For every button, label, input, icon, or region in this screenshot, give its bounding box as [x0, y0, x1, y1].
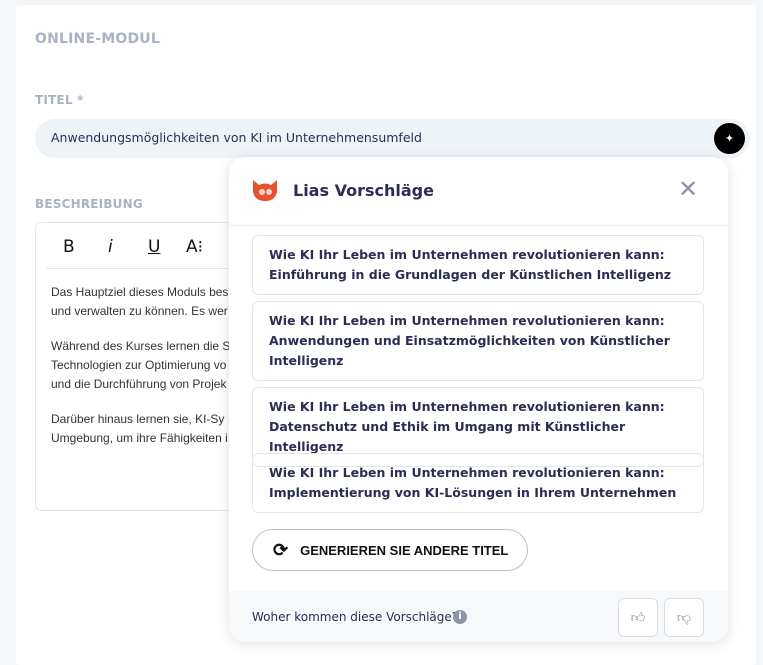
- red-panda-logo-icon: [253, 180, 277, 201]
- info-icon[interactable]: i: [453, 610, 467, 624]
- suggestion-item[interactable]: Wie KI Ihr Leben im Unternehmen revoluti…: [252, 235, 704, 295]
- bold-button[interactable]: B: [63, 237, 75, 257]
- suggestion-item[interactable]: Wie KI Ihr Leben im Unternehmen revoluti…: [252, 301, 704, 381]
- suggestion-line: Wie KI Ihr Leben im Unternehmen revoluti…: [269, 247, 665, 262]
- title-label: TITEL *: [35, 93, 84, 107]
- suggestion-line: Einführung in die Grundlagen der Künstli…: [269, 267, 672, 282]
- ai-suggest-button[interactable]: ✦: [714, 123, 745, 154]
- font-size-button[interactable]: A⁝: [186, 237, 203, 257]
- sparkle-icon: ✦: [724, 132, 735, 145]
- underline-button[interactable]: U: [148, 237, 160, 257]
- generate-label: GENERIEREN SIE ANDERE TITEL: [300, 542, 509, 558]
- suggestion-line: Anwendungen und Einsatzmöglichkeiten von…: [269, 333, 670, 348]
- suggestion-line: Wie KI Ihr Leben im Unternehmen revoluti…: [269, 399, 665, 414]
- description-label: BESCHREIBUNG: [35, 197, 143, 211]
- generate-other-titles-button[interactable]: ⟳ GENERIEREN SIE ANDERE TITEL: [252, 529, 528, 571]
- popup-title: Lias Vorschläge: [293, 181, 434, 200]
- source-info-text: Woher kommen diese Vorschläge?: [252, 610, 459, 624]
- popup-footer: Woher kommen diese Vorschläge? i 👍︎ 👎︎: [229, 591, 728, 642]
- section-title: ONLINE-MODUL: [35, 31, 160, 47]
- suggestion-line: Intelligenz: [269, 353, 344, 368]
- refresh-icon: ⟳: [273, 539, 289, 560]
- suggestion-line: Wie KI Ihr Leben im Unternehmen revoluti…: [269, 313, 665, 328]
- close-icon[interactable]: ✕: [678, 177, 698, 201]
- suggestions-popup: Lias Vorschläge ✕ Wie KI Ihr Leben im Un…: [229, 157, 728, 642]
- thumbs-up-button[interactable]: 👍︎: [618, 598, 658, 637]
- thumbs-up-icon: 👍︎: [630, 610, 646, 626]
- suggestion-line: Implementierung von KI-Lösungen in Ihrem…: [269, 485, 677, 500]
- title-input[interactable]: Anwendungsmöglichkeiten von KI im Untern…: [35, 119, 750, 158]
- suggestion-item[interactable]: Wie KI Ihr Leben im Unternehmen revoluti…: [252, 453, 704, 513]
- suggestion-line: Datenschutz und Ethik im Umgang mit Küns…: [269, 419, 626, 454]
- thumbs-down-button[interactable]: 👎︎: [664, 598, 704, 637]
- suggestion-line: Wie KI Ihr Leben im Unternehmen revoluti…: [269, 465, 665, 480]
- popup-header: Lias Vorschläge ✕: [229, 157, 728, 226]
- thumbs-down-icon: 👎︎: [676, 610, 692, 626]
- italic-button[interactable]: i: [108, 237, 113, 257]
